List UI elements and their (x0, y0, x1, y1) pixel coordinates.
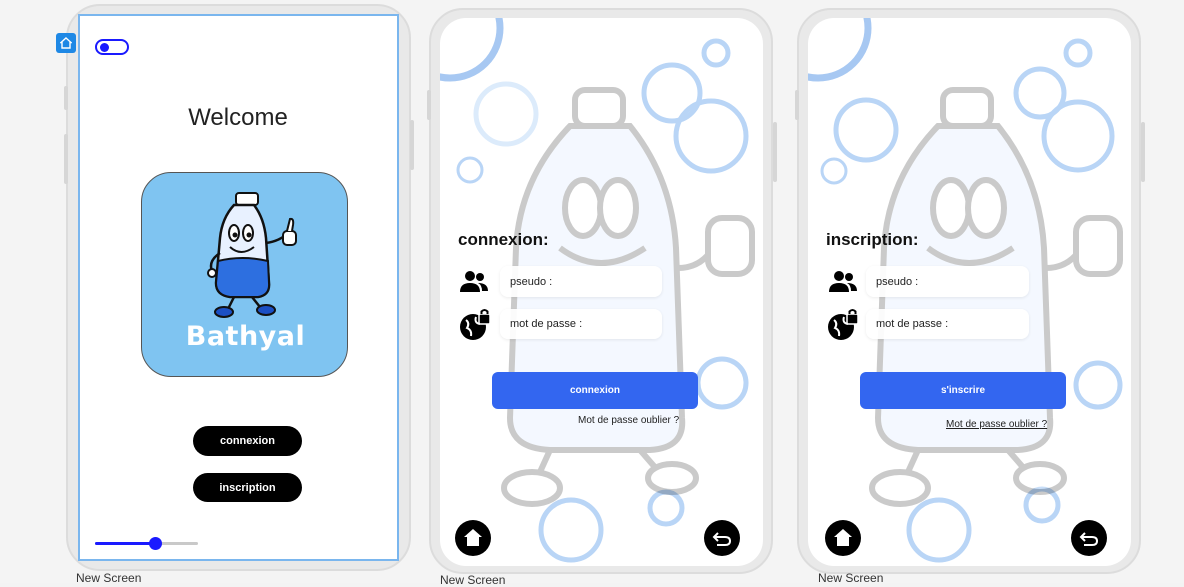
bathyal-logo: Bathyal (141, 172, 348, 377)
selection-badge[interactable] (56, 33, 76, 53)
home-button[interactable] (825, 520, 861, 556)
phone-side-button (64, 134, 68, 184)
phone-side-button (427, 90, 431, 120)
design-canvas: Welcome Bathyal connexion inscription Ne… (0, 0, 1184, 587)
connexion-button[interactable]: connexion (193, 426, 302, 456)
home-icon (464, 529, 482, 546)
screen-label: New Screen (440, 573, 506, 587)
back-button[interactable] (1071, 520, 1107, 556)
bottle-mascot-icon (207, 192, 297, 318)
pseudo-input[interactable]: pseudo : (866, 266, 1029, 297)
form-title: connexion: (458, 230, 549, 249)
phone-side-button (64, 86, 68, 110)
slider-handle[interactable] (148, 537, 162, 550)
phone-side-button (795, 90, 799, 120)
home-button[interactable] (455, 520, 491, 556)
users-icon (460, 271, 488, 292)
password-input[interactable]: mot de passe : (500, 309, 662, 339)
logo-wordmark: Bathyal (185, 321, 306, 352)
forgot-password-link[interactable]: Mot de passe oublier ? (578, 415, 679, 426)
slider-fill (95, 542, 155, 545)
toggle-switch[interactable] (95, 39, 129, 55)
phone-side-button (773, 122, 777, 182)
connexion-submit-button[interactable]: connexion (492, 372, 698, 409)
globe-lock-icon (460, 309, 491, 340)
undo-icon (712, 532, 732, 546)
back-button[interactable] (704, 520, 740, 556)
form-title: inscription: (826, 230, 919, 249)
phone-side-button (410, 120, 414, 170)
undo-icon (1079, 532, 1099, 546)
users-icon (829, 271, 857, 292)
forgot-password-link[interactable]: Mot de passe oublier ? (946, 419, 1047, 430)
inscription-button[interactable]: inscription (193, 473, 302, 502)
toggle-knob (100, 43, 109, 52)
phone-side-button (1141, 122, 1145, 182)
password-input[interactable]: mot de passe : (866, 309, 1029, 339)
home-icon (834, 529, 852, 546)
globe-lock-icon (828, 309, 859, 340)
welcome-title: Welcome (188, 104, 288, 131)
home-icon (60, 37, 72, 49)
pseudo-input[interactable]: pseudo : (500, 266, 662, 297)
inscription-submit-button[interactable]: s'inscrire (860, 372, 1066, 409)
